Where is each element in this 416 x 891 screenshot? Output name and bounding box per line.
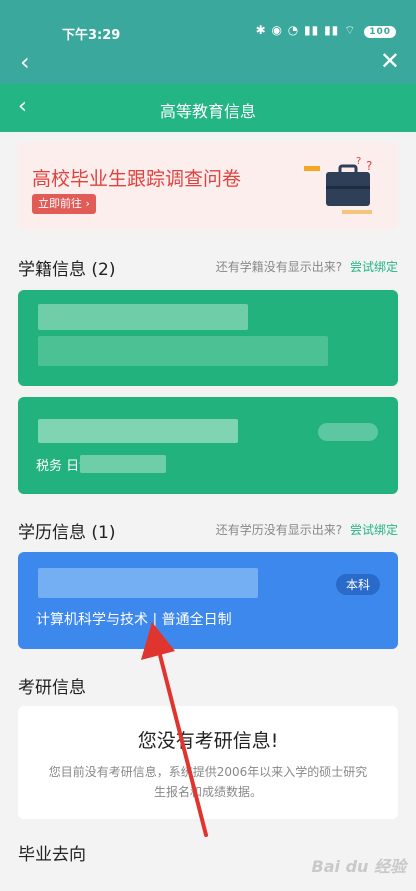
education-hint-text: 还有学历没有显示出来? (215, 523, 343, 537)
education-bind-link[interactable]: 尝试绑定 (350, 523, 398, 537)
banner-title: 高校毕业生跟踪调查问卷 (32, 168, 242, 190)
app-bar: ‹ 高等教育信息 (0, 84, 416, 132)
browser-bar: ‹ ✕ (0, 44, 416, 84)
school-roll-hint-text: 还有学籍没有显示出来? (215, 260, 343, 274)
briefcase-icon: ? ? (304, 156, 372, 214)
school-roll-bind-link[interactable]: 尝试绑定 (350, 260, 398, 274)
postgrad-title: 考研信息 (18, 678, 86, 698)
blurred-badge (318, 423, 378, 441)
blurred-info (38, 336, 328, 366)
status-time: 下午3:29 (62, 28, 121, 43)
school-roll-hint: 还有学籍没有显示出来? 尝试绑定 (216, 258, 398, 275)
blurred-info (80, 455, 166, 473)
status-icons: ✱ ◉ ◔ ▮▮ ▮▮ ⌔ 100 (256, 23, 396, 38)
school-roll-card-2[interactable]: 税务 日制 (18, 397, 398, 494)
graduation-title: 毕业去向 (18, 845, 86, 865)
education-title: 学历信息 (1) (18, 523, 116, 543)
postgrad-empty-card: 您没有考研信息! 您目前没有考研信息，系统提供2006年以来入学的硕士研究生报名… (18, 706, 398, 819)
blurred-school-name (38, 568, 258, 598)
school-roll-card-1[interactable] (18, 290, 398, 386)
blurred-name (38, 419, 238, 443)
status-bar: 下午3:29 ✱ ◉ ◔ ▮▮ ▮▮ ⌔ 100 (0, 0, 416, 44)
degree-badge: 本科 (335, 574, 380, 595)
postgrad-empty-title: 您没有考研信息! (137, 730, 279, 752)
survey-banner[interactable]: 高校毕业生跟踪调查问卷 立即前往 › ? ? (18, 142, 398, 230)
school-roll-title: 学籍信息 (2) (18, 260, 116, 280)
page-title: 高等教育信息 (159, 102, 256, 121)
svg-text:?: ? (356, 156, 361, 167)
chevron-left-icon[interactable]: ‹ (20, 48, 30, 76)
close-icon[interactable]: ✕ (380, 47, 400, 75)
svg-text:?: ? (366, 159, 372, 173)
status-icons-text: ✱ ◉ ◔ ▮▮ ▮▮ ⌔ (255, 23, 357, 37)
watermark: Bai du 经验 (311, 857, 406, 876)
battery-icon: 100 (364, 26, 396, 38)
postgrad-empty-desc: 您目前没有考研信息，系统提供2006年以来入学的硕士研究生报名和成绩数据。 (48, 765, 368, 799)
education-major: 计算机科学与技术 | 普通全日制 (36, 612, 232, 628)
banner-go-button[interactable]: 立即前往 › (32, 194, 96, 214)
education-card[interactable]: 本科 计算机科学与技术 | 普通全日制 (18, 552, 398, 649)
education-hint: 还有学历没有显示出来? 尝试绑定 (216, 521, 398, 538)
blurred-name (38, 304, 248, 330)
